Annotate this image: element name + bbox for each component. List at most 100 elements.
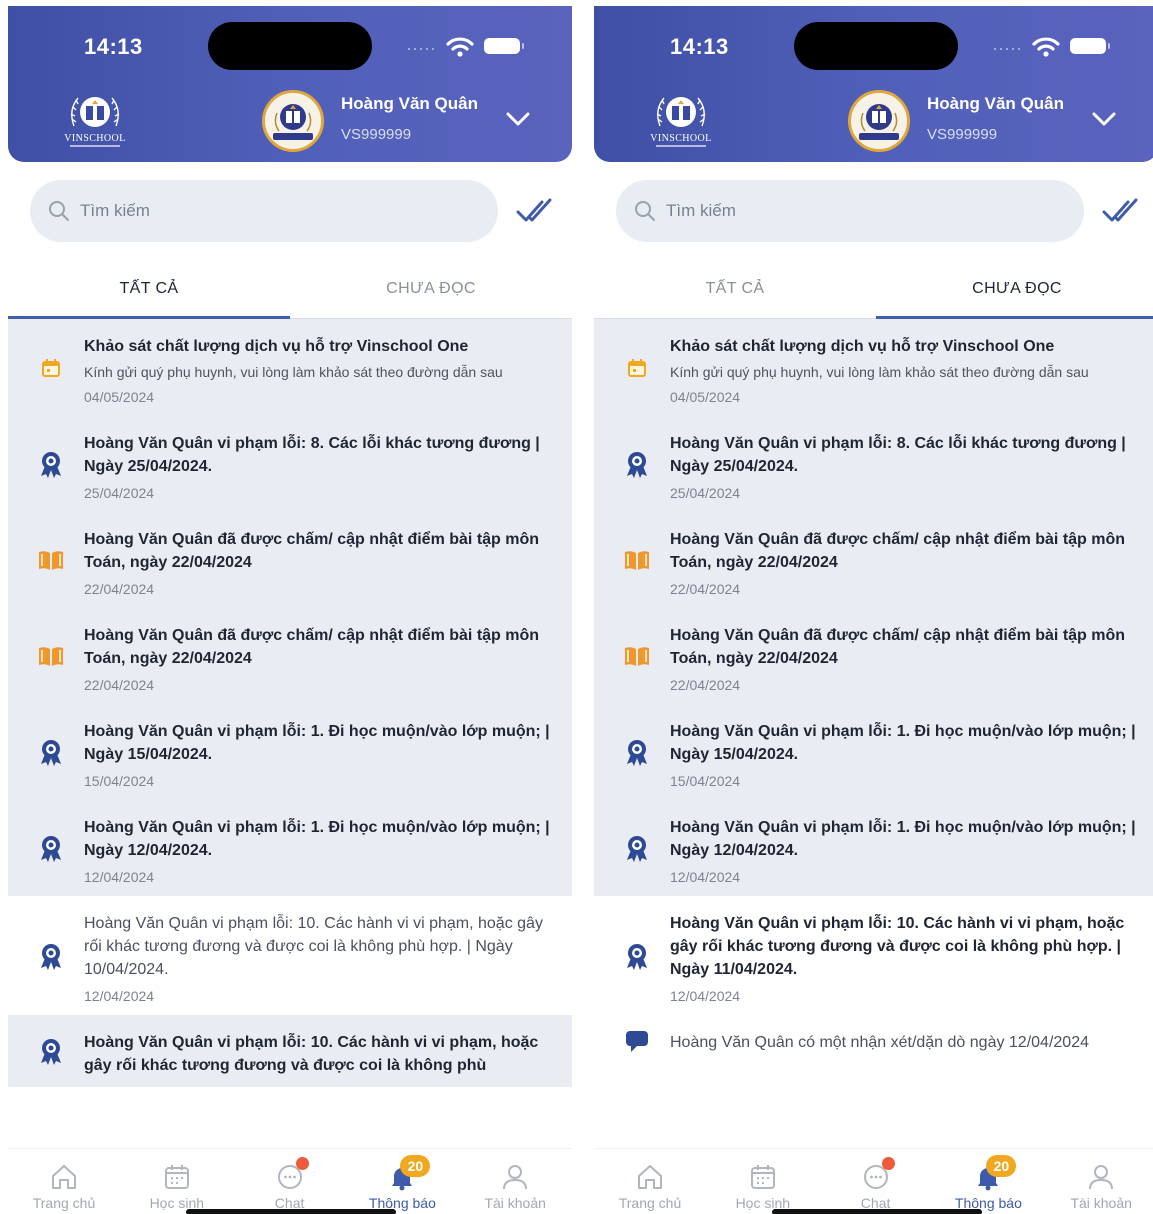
nav-item-calendar-grid[interactable]: Học sinh [121, 1157, 233, 1213]
calendar-icon [36, 353, 66, 383]
unread-dot [881, 1157, 895, 1170]
notification-title: Khảo sát chất lượng dịch vụ hỗ trợ Vinsc… [670, 338, 1055, 355]
notification-title: Hoàng Văn Quân vi phạm lỗi: 10. Các hành… [670, 915, 1125, 978]
home-icon [48, 1161, 80, 1193]
nav-label: Tài khoản [484, 1195, 546, 1211]
student-name[interactable]: Hoàng Văn Quân [927, 94, 1064, 114]
home-icon [634, 1161, 666, 1193]
nav-item-user[interactable]: Tài khoản [1045, 1157, 1153, 1213]
search-input[interactable] [80, 196, 480, 226]
tab-all[interactable]: TẤT CẢ [594, 274, 876, 318]
book-icon [36, 545, 66, 575]
nav-label: Trang chủ [618, 1195, 682, 1211]
calendar-grid-icon [161, 1161, 193, 1193]
award-icon [36, 941, 66, 971]
notification-list[interactable]: Khảo sát chất lượng dịch vụ hỗ trợ Vinsc… [594, 319, 1153, 1149]
award-icon [36, 737, 66, 767]
book-icon [622, 641, 652, 671]
school-logo: VINSCHOOL [650, 97, 711, 147]
dynamic-island [208, 22, 372, 70]
notification-title: Hoàng Văn Quân vi phạm lỗi: 8. Các lỗi k… [670, 435, 1126, 475]
search-bar[interactable] [30, 180, 498, 242]
notification-item[interactable]: Hoàng Văn Quân vi phạm lỗi: 8. Các lỗi k… [8, 416, 572, 512]
notification-count-badge: 20 [400, 1155, 431, 1177]
award-icon [36, 1036, 66, 1066]
notification-item[interactable]: Khảo sát chất lượng dịch vụ hỗ trợ Vinsc… [594, 319, 1153, 416]
dynamic-island [794, 22, 958, 70]
notification-item[interactable]: Hoàng Văn Quân vi phạm lỗi: 1. Đi học mu… [8, 704, 572, 800]
notification-item[interactable]: Hoàng Văn Quân vi phạm lỗi: 10. Các hành… [8, 896, 572, 1015]
notification-title: Hoàng Văn Quân có một nhận xét/dặn dò ng… [670, 1034, 1089, 1051]
notification-list[interactable]: Khảo sát chất lượng dịch vụ hỗ trợ Vinsc… [8, 319, 572, 1149]
nav-item-chat[interactable]: Chat [234, 1157, 346, 1213]
home-indicator [772, 1209, 982, 1214]
notification-item[interactable]: Hoàng Văn Quân đã được chấm/ cập nhật đi… [8, 608, 572, 704]
notification-title: Hoàng Văn Quân vi phạm lỗi: 1. Đi học mu… [84, 723, 550, 763]
notification-item[interactable]: Hoàng Văn Quân vi phạm lỗi: 10. Các hành… [594, 896, 1153, 1015]
notification-title: Hoàng Văn Quân vi phạm lỗi: 1. Đi học mu… [670, 723, 1136, 763]
nav-item-bell[interactable]: 20 Thông báo [932, 1155, 1044, 1213]
notification-title: Hoàng Văn Quân vi phạm lỗi: 1. Đi học mu… [84, 819, 550, 859]
chevron-down-icon[interactable] [504, 108, 532, 130]
notification-item[interactable]: Hoàng Văn Quân đã được chấm/ cập nhật đi… [594, 608, 1153, 704]
avatar[interactable] [262, 90, 324, 152]
nav-item-chat[interactable]: Chat [820, 1157, 932, 1213]
comment-icon [622, 1025, 652, 1055]
phone-screen-all: 14:13 VINSCHOOL Hoàng Văn Quân VS999999 … [8, 6, 572, 1214]
student-id: VS999999 [341, 126, 412, 143]
tab-unread[interactable]: CHƯA ĐỌC [290, 274, 572, 318]
student-name[interactable]: Hoàng Văn Quân [341, 94, 478, 114]
signal-dots-icon [992, 48, 1020, 50]
award-icon [622, 833, 652, 863]
school-name-text: VINSCHOOL [650, 133, 711, 144]
home-indicator [186, 1209, 396, 1214]
signal-dots-icon [406, 48, 434, 50]
user-icon [1085, 1161, 1117, 1193]
nav-item-user[interactable]: Tài khoản [459, 1157, 571, 1213]
notification-date: 15/04/2024 [670, 773, 741, 789]
mark-all-read-icon[interactable] [1102, 196, 1142, 226]
nav-label: Tài khoản [1070, 1195, 1132, 1211]
notification-item[interactable]: Khảo sát chất lượng dịch vụ hỗ trợ Vinsc… [8, 319, 572, 416]
notification-date: 22/04/2024 [670, 581, 741, 597]
notification-item[interactable]: Hoàng Văn Quân vi phạm lỗi: 1. Đi học mu… [594, 704, 1153, 800]
nav-item-bell[interactable]: 20 Thông báo [346, 1155, 458, 1213]
book-icon [36, 641, 66, 671]
notification-date: 25/04/2024 [84, 485, 155, 501]
chevron-down-icon[interactable] [1090, 108, 1118, 130]
notification-item[interactable]: Hoàng Văn Quân đã được chấm/ cập nhật đi… [594, 512, 1153, 608]
notification-title: Hoàng Văn Quân vi phạm lỗi: 10. Các hành… [84, 915, 543, 978]
notification-date: 22/04/2024 [84, 677, 155, 693]
school-name-text: VINSCHOOL [64, 133, 125, 144]
user-icon [499, 1161, 531, 1193]
notification-item[interactable]: Hoàng Văn Quân có một nhận xét/dặn dò ng… [594, 1015, 1153, 1064]
notification-item[interactable]: Hoàng Văn Quân vi phạm lỗi: 1. Đi học mu… [8, 800, 572, 896]
notification-title: Hoàng Văn Quân vi phạm lỗi: 1. Đi học mu… [670, 819, 1136, 859]
notification-title: Hoàng Văn Quân vi phạm lỗi: 8. Các lỗi k… [84, 435, 540, 475]
tab-unread[interactable]: CHƯA ĐỌC [876, 274, 1153, 318]
school-logo: VINSCHOOL [64, 97, 125, 147]
notification-item[interactable]: Hoàng Văn Quân vi phạm lỗi: 10. Các hành… [8, 1015, 572, 1087]
notification-count-badge: 20 [986, 1155, 1017, 1177]
tab-all[interactable]: TẤT CẢ [8, 274, 290, 318]
search-bar[interactable] [616, 180, 1084, 242]
app-header: 14:13 VINSCHOOL Hoàng Văn Quân VS999999 [8, 6, 572, 162]
award-icon [36, 833, 66, 863]
status-time: 14:13 [670, 34, 729, 59]
search-input[interactable] [666, 196, 1066, 226]
nav-item-home[interactable]: Trang chủ [8, 1157, 120, 1213]
calendar-icon [622, 353, 652, 383]
avatar-logo-icon [851, 93, 907, 149]
mark-all-read-icon[interactable] [516, 196, 556, 226]
notification-item[interactable]: Hoàng Văn Quân vi phạm lỗi: 1. Đi học mu… [594, 800, 1153, 896]
notification-description: Kính gửi quý phụ huynh, vui lòng làm khả… [670, 364, 1089, 380]
nav-item-home[interactable]: Trang chủ [594, 1157, 706, 1213]
nav-item-calendar-grid[interactable]: Học sinh [707, 1157, 819, 1213]
avatar[interactable] [848, 90, 910, 152]
status-time: 14:13 [84, 34, 143, 59]
app-header: 14:13 VINSCHOOL Hoàng Văn Quân VS999999 [594, 6, 1153, 162]
bottom-nav: Trang chủ Học sinh Chat 20 Thông báo Tài khoả… [8, 1148, 572, 1214]
notification-item[interactable]: Hoàng Văn Quân đã được chấm/ cập nhật đi… [8, 512, 572, 608]
student-id: VS999999 [927, 126, 998, 143]
notification-item[interactable]: Hoàng Văn Quân vi phạm lỗi: 8. Các lỗi k… [594, 416, 1153, 512]
